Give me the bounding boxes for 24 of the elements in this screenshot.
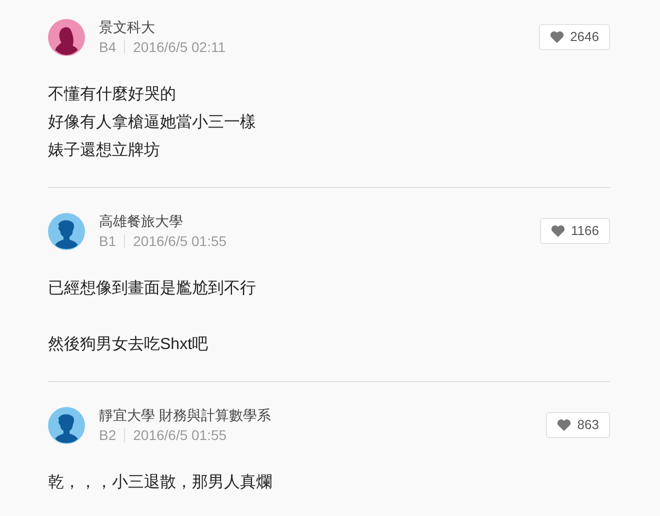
like-button[interactable]: 863 bbox=[546, 412, 610, 438]
floor-number: B1 bbox=[99, 232, 116, 250]
like-button[interactable]: 1166 bbox=[540, 218, 610, 244]
floor-number: B2 bbox=[99, 426, 116, 444]
author-name: 高雄餐旅大學 bbox=[99, 212, 184, 230]
post-time: 2016/6/5 01:55 bbox=[133, 232, 227, 250]
avatar-icon bbox=[48, 18, 85, 56]
comment-line: 婊子還想立牌坊 bbox=[48, 140, 160, 161]
avatar-icon bbox=[48, 212, 85, 250]
post-time: 2016/6/5 02:11 bbox=[133, 38, 226, 56]
author-name: 靜宜大學 財務與計算數學系 bbox=[99, 406, 271, 424]
comment-line: 好像有人拿槍逼她當小三一樣 bbox=[48, 112, 256, 133]
comment-line: 已經想像到畫面是尷尬到不行 bbox=[48, 278, 256, 299]
like-button[interactable]: 2646 bbox=[539, 24, 610, 50]
post-time: 2016/6/5 01:55 bbox=[133, 426, 227, 444]
comment-line: 乾，，，小三退散，那男人真爛 bbox=[48, 472, 272, 493]
avatar-icon bbox=[48, 406, 85, 444]
author-name: 景文科大 bbox=[99, 18, 156, 36]
floor-number: B4 bbox=[99, 38, 116, 56]
comment-line: 然後狗男女去吃Shxt吧 bbox=[48, 334, 208, 355]
comment-line: 不懂有什麼好哭的 bbox=[48, 84, 176, 105]
heart-icon bbox=[557, 419, 572, 431]
heart-icon bbox=[551, 225, 566, 237]
heart-icon bbox=[550, 31, 564, 43]
